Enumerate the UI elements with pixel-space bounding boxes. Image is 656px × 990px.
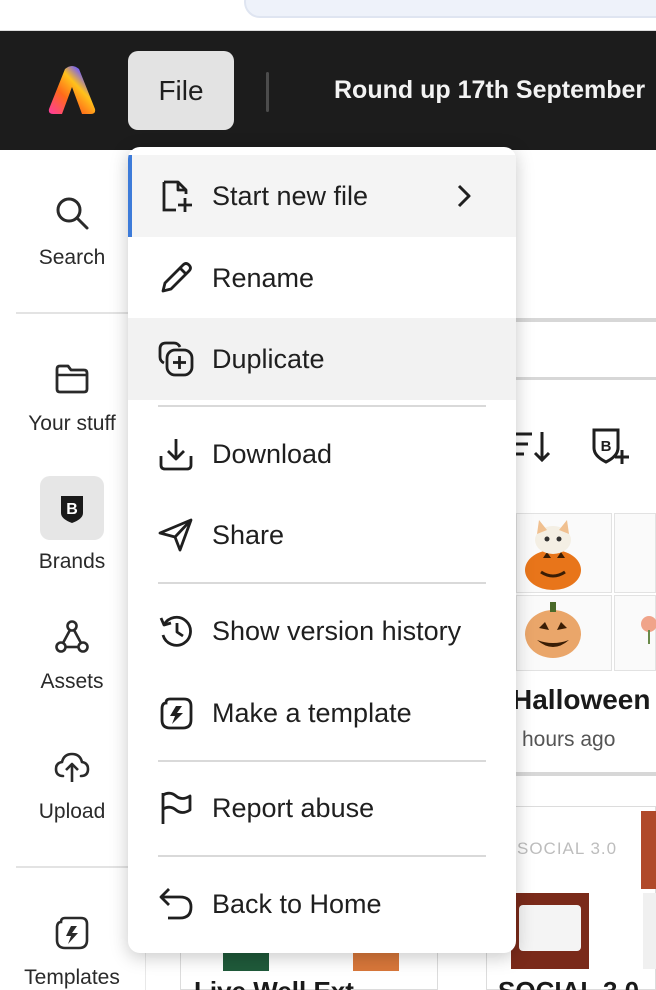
folder-icon	[55, 364, 89, 394]
assets-icon	[55, 620, 89, 653]
jack-o-lantern-image	[525, 602, 581, 658]
rail-item-label: Brands	[38, 550, 106, 573]
rail-item-brands[interactable]: B Brands	[0, 476, 144, 574]
menu-item-duplicate[interactable]: Duplicate	[128, 318, 516, 400]
browser-address-bar[interactable]	[244, 0, 656, 18]
flower-image	[641, 616, 656, 644]
share-icon	[158, 518, 193, 552]
rail-item-search[interactable]: Search	[0, 194, 144, 270]
flag-icon	[161, 791, 192, 824]
background-tab-underline	[516, 318, 656, 322]
history-icon	[159, 615, 192, 647]
thumbnail-cell	[614, 513, 656, 593]
card-title[interactable]: Halloween I	[512, 684, 656, 716]
menu-item-label: Make a template	[212, 697, 412, 728]
card-title[interactable]: SOCIAL 3.0	[498, 976, 656, 990]
sort-icon[interactable]	[512, 426, 552, 466]
app-header: File Round up 17th September	[0, 31, 656, 150]
thumbnail-cell	[516, 513, 612, 593]
menu-item-start-new-file[interactable]: Start new file	[128, 155, 516, 237]
menu-item-label: Back to Home	[212, 888, 382, 919]
menu-item-make-template[interactable]: Make a template	[128, 672, 516, 754]
menu-item-rename[interactable]: Rename	[128, 237, 516, 319]
thumbnail-cell	[614, 595, 656, 671]
menu-divider	[158, 855, 486, 857]
left-rail: Search Your stuff B Brands Assets Upload…	[0, 150, 146, 990]
card-watermark-text: SOCIAL 3.0	[517, 839, 618, 858]
document-title[interactable]: Round up 17th September	[334, 76, 645, 105]
svg-text:B: B	[601, 438, 612, 455]
menu-divider	[158, 760, 486, 762]
menu-item-back-to-home[interactable]: Back to Home	[128, 863, 516, 945]
add-brand-icon[interactable]: B	[590, 426, 630, 466]
svg-text:B: B	[66, 501, 78, 518]
browser-strip	[0, 0, 656, 31]
upload-cloud-icon	[54, 752, 90, 782]
menu-item-version-history[interactable]: Show version history	[128, 590, 516, 672]
header-divider	[266, 72, 269, 112]
rail-item-label: Your stuff	[28, 412, 116, 435]
menu-item-label: Download	[212, 438, 333, 469]
menu-divider	[158, 405, 486, 407]
menu-item-label: Duplicate	[212, 343, 325, 374]
social-thumb	[511, 893, 589, 969]
pencil-icon	[161, 262, 192, 293]
adobe-express-logo[interactable]	[47, 65, 97, 115]
pumpkin-cat-image	[525, 520, 581, 590]
file-dropdown-menu: Start new file Rename Duplicate Download…	[128, 147, 516, 953]
rail-item-label: Search	[38, 246, 106, 269]
new-file-icon	[162, 180, 192, 212]
rail-item-your-stuff[interactable]: Your stuff	[0, 360, 144, 436]
social-thumb-strip	[641, 811, 656, 889]
menu-item-label: Report abuse	[212, 792, 375, 823]
rail-item-upload[interactable]: Upload	[0, 748, 144, 824]
menu-item-label: Show version history	[212, 615, 462, 646]
card-title[interactable]: Live Well Ext	[194, 976, 434, 990]
brand-icon: B	[61, 496, 83, 523]
template-icon	[160, 697, 193, 730]
thumbnail-cell	[516, 595, 612, 671]
menu-item-label: Rename	[212, 262, 315, 293]
menu-item-label: Share	[212, 519, 285, 550]
search-icon	[56, 197, 89, 230]
rail-item-label: Assets	[40, 670, 104, 693]
menu-divider	[158, 582, 486, 584]
download-icon	[159, 439, 193, 471]
menu-item-download[interactable]: Download	[128, 413, 516, 495]
undo-icon	[159, 888, 193, 920]
background-divider	[516, 377, 656, 380]
rail-item-assets[interactable]: Assets	[0, 618, 144, 694]
brand-icon-tile: B	[40, 476, 104, 540]
rail-item-templates[interactable]: Templates	[0, 914, 144, 990]
file-menu-button[interactable]: File	[128, 51, 234, 130]
rail-divider	[16, 312, 128, 314]
menu-item-report-abuse[interactable]: Report abuse	[128, 767, 516, 849]
rail-divider	[16, 866, 128, 868]
menu-item-label: Start new file	[212, 180, 369, 211]
card-timestamp: hours ago	[522, 728, 616, 751]
rail-item-label: Upload	[38, 800, 106, 823]
rail-item-label: Templates	[24, 966, 120, 989]
chevron-right-icon	[457, 184, 471, 208]
templates-icon	[55, 916, 89, 950]
menu-item-share[interactable]: Share	[128, 494, 516, 576]
duplicate-icon	[158, 341, 194, 377]
